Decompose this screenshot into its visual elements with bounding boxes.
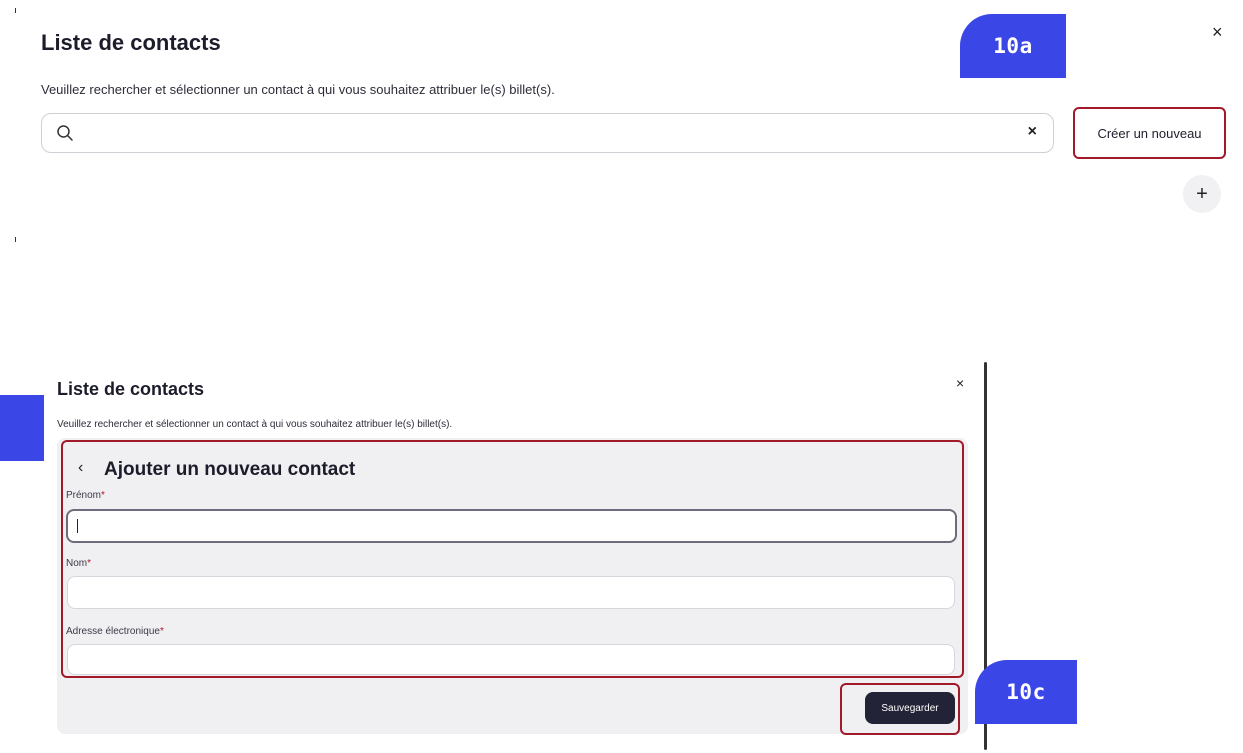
firstname-input[interactable] — [66, 509, 957, 543]
page-subtitle: Veuillez rechercher et sélectionner un c… — [41, 82, 555, 97]
required-mark: * — [87, 558, 92, 569]
step-badge-10a: 10a — [960, 14, 1066, 78]
clear-search-icon[interactable]: × — [1028, 123, 1037, 141]
required-mark: * — [159, 626, 164, 637]
required-mark: * — [101, 490, 105, 501]
form-title: Ajouter un nouveau contact — [104, 459, 356, 480]
corner-mark — [15, 8, 16, 13]
page-title: Liste de contacts — [41, 30, 221, 55]
lastname-input[interactable] — [67, 576, 955, 609]
dialog-title: Liste de contacts — [57, 379, 205, 399]
close-icon[interactable]: × — [1212, 22, 1223, 43]
step-badge-10c: 10c — [975, 660, 1077, 724]
field-label-lastname: Nom* — [66, 558, 92, 569]
search-input[interactable]: × — [41, 113, 1054, 153]
field-label-firstname: Prénom* — [66, 490, 105, 501]
back-chevron-icon[interactable]: ‹ — [78, 459, 83, 477]
email-input[interactable] — [67, 644, 955, 675]
dialog-close-icon[interactable]: × — [956, 375, 964, 391]
dialog-subtitle: Veuillez rechercher et sélectionner un c… — [57, 419, 453, 430]
text-caret — [77, 519, 78, 533]
save-button[interactable]: Sauvegarder — [865, 692, 955, 724]
step-badge-partial — [0, 395, 44, 461]
add-contact-button[interactable]: + — [1183, 175, 1221, 213]
field-label-email: Adresse électronique* — [66, 626, 164, 637]
create-new-button[interactable]: Créer un nouveau — [1073, 107, 1226, 159]
corner-mark — [15, 237, 16, 242]
search-icon — [57, 125, 73, 141]
